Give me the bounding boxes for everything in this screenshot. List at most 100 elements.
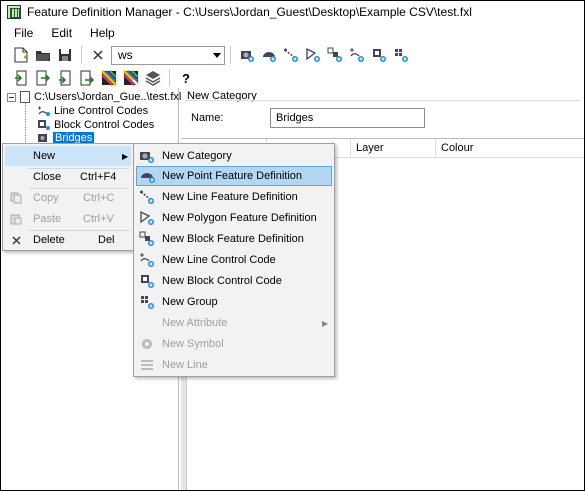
tree-connector <box>25 102 37 142</box>
block-control-code-icon[interactable] <box>369 45 389 65</box>
submenu-arrow-icon: ▶ <box>322 318 329 328</box>
menu-item-shortcut: Ctrl+V <box>83 213 114 225</box>
import-file-icon[interactable] <box>55 68 75 88</box>
toolbar-separator <box>81 46 82 64</box>
tree-item-line-control-codes[interactable]: Line Control Codes <box>37 104 148 118</box>
new-category-icon <box>139 148 155 164</box>
point-feature-icon <box>140 168 156 184</box>
tree-item-block-control-codes[interactable]: Block Control Codes <box>37 118 154 132</box>
context-menu-item-paste[interactable]: Paste Ctrl+V <box>5 209 131 229</box>
color-palette-icon[interactable] <box>99 68 119 88</box>
menu-item-label: New Polygon Feature Definition <box>162 212 317 224</box>
toolbar-separator <box>230 46 231 64</box>
context-menu-item-new[interactable]: New ▶ <box>5 146 131 166</box>
menu-item-label: Copy <box>33 192 59 204</box>
menu-item-label: New Line Control Code <box>162 254 276 266</box>
submenu-item-new-block-control-code[interactable]: New Block Control Code <box>136 271 332 291</box>
submenu-item-new-line-control-code[interactable]: New Line Control Code <box>136 250 332 270</box>
group-icon <box>139 294 155 310</box>
submenu-arrow-icon: ▶ <box>122 151 129 161</box>
window-title: Feature Definition Manager - C:\Users\Jo… <box>27 5 472 19</box>
grid-col-layer[interactable]: Layer <box>351 139 436 158</box>
style-palette-icon[interactable] <box>121 68 141 88</box>
menu-item-label: Delete <box>33 234 65 246</box>
save-icon[interactable] <box>55 45 75 65</box>
delete-icon[interactable] <box>88 45 108 65</box>
title-bar: Feature Definition Manager - C:\Users\Jo… <box>1 1 584 23</box>
open-folder-icon[interactable] <box>33 45 53 65</box>
line-control-code-icon[interactable] <box>347 45 367 65</box>
menu-item-label: Close <box>33 171 62 183</box>
point-feature-icon[interactable] <box>259 45 279 65</box>
menu-help[interactable]: Help <box>81 23 124 43</box>
export-file-icon[interactable] <box>77 68 97 88</box>
line-icon <box>139 357 155 373</box>
submenu-item-new-block-feature[interactable]: New Block Feature Definition <box>136 229 332 249</box>
block-feature-icon[interactable] <box>325 45 345 65</box>
layers-icon[interactable] <box>143 68 163 88</box>
new-category-icon[interactable] <box>237 45 257 65</box>
context-menu: New ▶ Close Ctrl+F4 Copy Ctrl+C Paste Ct… <box>2 143 134 251</box>
block-control-code-icon <box>139 273 155 289</box>
name-label: Name: <box>191 112 224 124</box>
menu-file[interactable]: File <box>1 23 42 43</box>
block-control-code-icon <box>37 119 51 131</box>
copy-icon <box>8 190 24 206</box>
submenu-item-new-polygon-feature[interactable]: New Polygon Feature Definition <box>136 208 332 228</box>
menu-edit[interactable]: Edit <box>42 23 81 43</box>
polygon-feature-icon[interactable] <box>303 45 323 65</box>
line-feature-icon <box>139 189 155 205</box>
filter-combo[interactable]: ws <box>111 45 225 65</box>
menu-item-label: New Block Feature Definition <box>162 233 304 245</box>
submenu-item-new-group[interactable]: New Group <box>136 292 332 312</box>
new-submenu: New Category New Point Feature Definitio… <box>133 143 335 377</box>
grid-col-colour[interactable]: Colour <box>436 139 516 158</box>
help-button[interactable]: ? <box>176 68 196 88</box>
block-feature-icon <box>139 231 155 247</box>
collapse-icon[interactable] <box>7 92 16 102</box>
submenu-item-new-line-feature[interactable]: New Line Feature Definition <box>136 187 332 207</box>
export-icon[interactable] <box>33 68 53 88</box>
toolbar-separator <box>169 69 170 87</box>
filter-combo-value: ws <box>118 48 133 62</box>
chevron-down-icon[interactable] <box>210 47 224 64</box>
line-feature-icon[interactable] <box>281 45 301 65</box>
context-menu-item-close[interactable]: Close Ctrl+F4 <box>5 167 131 187</box>
submenu-item-new-attribute[interactable]: New Attribute ▶ <box>136 313 332 333</box>
line-control-code-icon <box>37 105 51 117</box>
menu-item-label: New Block Control Code <box>162 275 282 287</box>
menu-item-label: New Group <box>162 296 218 308</box>
group-icon[interactable] <box>391 45 411 65</box>
close-icon <box>8 232 24 248</box>
app-icon <box>7 5 21 19</box>
menu-item-label: New Line Feature Definition <box>162 191 298 203</box>
menu-item-label: New Category <box>162 150 232 162</box>
context-menu-item-delete[interactable]: Delete Del <box>5 230 131 250</box>
main-toolbar: ws <box>1 43 584 67</box>
menu-item-label: New Line <box>162 359 208 371</box>
polygon-feature-icon <box>139 210 155 226</box>
submenu-item-new-line[interactable]: New Line <box>136 355 332 375</box>
context-menu-item-copy[interactable]: Copy Ctrl+C <box>5 188 131 208</box>
paste-icon <box>8 211 24 227</box>
import-icon[interactable] <box>11 68 31 88</box>
menu-item-shortcut: Ctrl+F4 <box>80 171 117 183</box>
submenu-item-new-point-feature[interactable]: New Point Feature Definition <box>136 166 332 186</box>
secondary-toolbar: ? <box>1 66 584 90</box>
new-file-icon[interactable] <box>11 45 31 65</box>
group-divider <box>185 100 580 101</box>
menu-bar: File Edit Help <box>1 23 584 43</box>
line-control-code-icon <box>139 252 155 268</box>
app-window: Feature Definition Manager - C:\Users\Jo… <box>0 0 585 491</box>
submenu-item-new-category[interactable]: New Category <box>136 146 332 166</box>
name-input[interactable]: Bridges <box>270 108 425 128</box>
menu-item-label: New Attribute <box>162 317 228 329</box>
submenu-item-new-symbol[interactable]: New Symbol <box>136 334 332 354</box>
menu-item-shortcut: Ctrl+C <box>83 192 115 204</box>
tree-item-label: Block Control Codes <box>54 119 155 131</box>
symbol-icon <box>139 336 155 352</box>
menu-item-label: Paste <box>33 213 62 225</box>
menu-item-label: New Symbol <box>162 338 224 350</box>
menu-item-label: New <box>33 150 56 162</box>
tree-item-label: Line Control Codes <box>54 105 149 117</box>
